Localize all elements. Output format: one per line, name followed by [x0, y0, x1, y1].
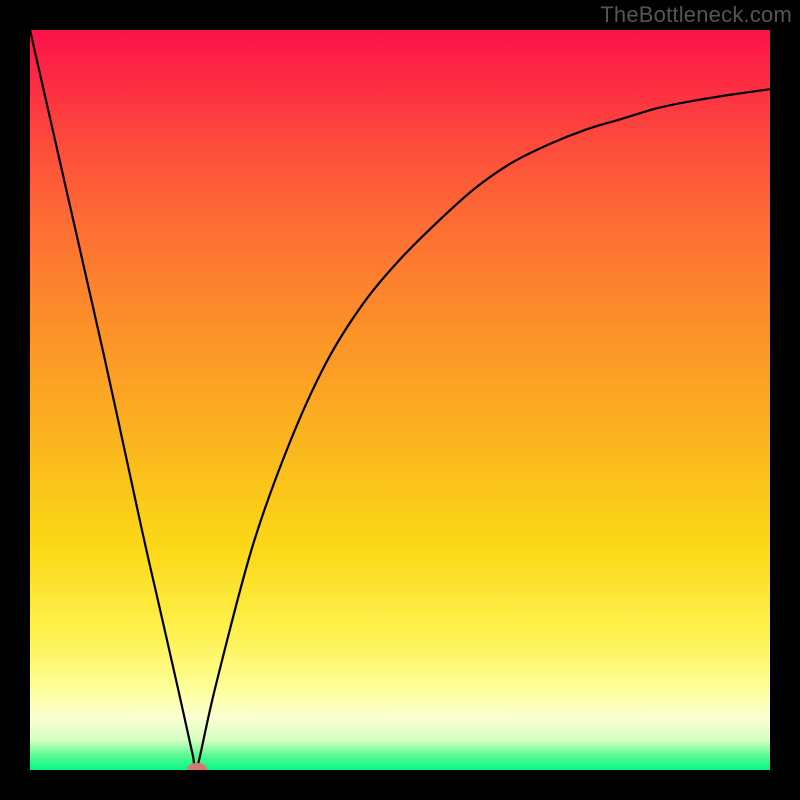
minimum-marker-icon: [187, 763, 207, 770]
bottleneck-curve: [30, 30, 770, 770]
watermark-text: TheBottleneck.com: [600, 2, 792, 28]
chart-frame: TheBottleneck.com: [0, 0, 800, 800]
plot-area: [30, 30, 770, 770]
